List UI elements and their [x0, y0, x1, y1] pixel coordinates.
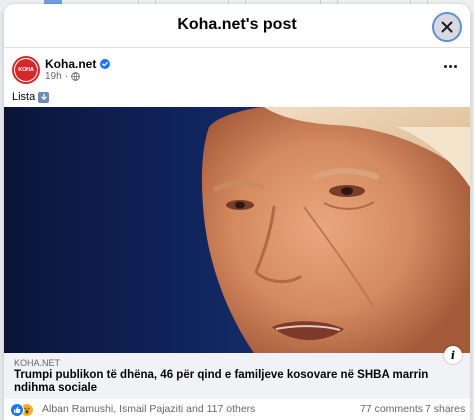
author-name[interactable]: Koha.net: [45, 57, 96, 71]
verified-badge-icon: [100, 59, 111, 69]
meta-separator: ·: [64, 70, 69, 82]
reaction-icons[interactable]: [10, 402, 38, 417]
post-meta: 19h ·: [45, 70, 80, 82]
info-icon[interactable]: i: [444, 346, 462, 364]
down-arrow-emoji-icon: [38, 91, 50, 103]
portrait-image: [4, 107, 470, 353]
post-text: Lista: [12, 90, 50, 104]
modal-title: Koha.net's post: [177, 16, 297, 33]
close-icon: [441, 21, 453, 33]
shares-count[interactable]: 7 shares: [425, 403, 465, 415]
like-reaction-icon: [10, 402, 24, 417]
globe-icon: [71, 71, 80, 81]
reactors-text[interactable]: Alban Ramushi, Ismail Pajaziti and 117 o…: [42, 403, 255, 415]
avatar-logo: KOHA: [15, 59, 37, 81]
post-text-content: Lista: [12, 91, 36, 103]
link-preview-card[interactable]: KOHA.NET Trumpi publikon të dhëna, 46 pë…: [4, 353, 470, 399]
close-button[interactable]: [432, 12, 462, 42]
post-modal: Koha.net's post KOHA Koha.net 19h · List…: [4, 4, 470, 420]
more-options-button[interactable]: [440, 58, 460, 74]
link-domain: KOHA.NET: [14, 358, 61, 368]
comments-count[interactable]: 77 comments: [360, 403, 423, 415]
post-photo[interactable]: [4, 107, 470, 353]
reactions-stats-row: Alban Ramushi, Ismail Pajaziti and 117 o…: [4, 399, 470, 420]
post-time[interactable]: 19h: [45, 71, 62, 82]
link-title: Trumpi publikon të dhëna, 46 për qind e …: [14, 369, 429, 394]
more-options-icon: [443, 64, 447, 68]
author-avatar[interactable]: KOHA: [12, 56, 40, 84]
modal-header: Koha.net's post: [4, 4, 470, 48]
